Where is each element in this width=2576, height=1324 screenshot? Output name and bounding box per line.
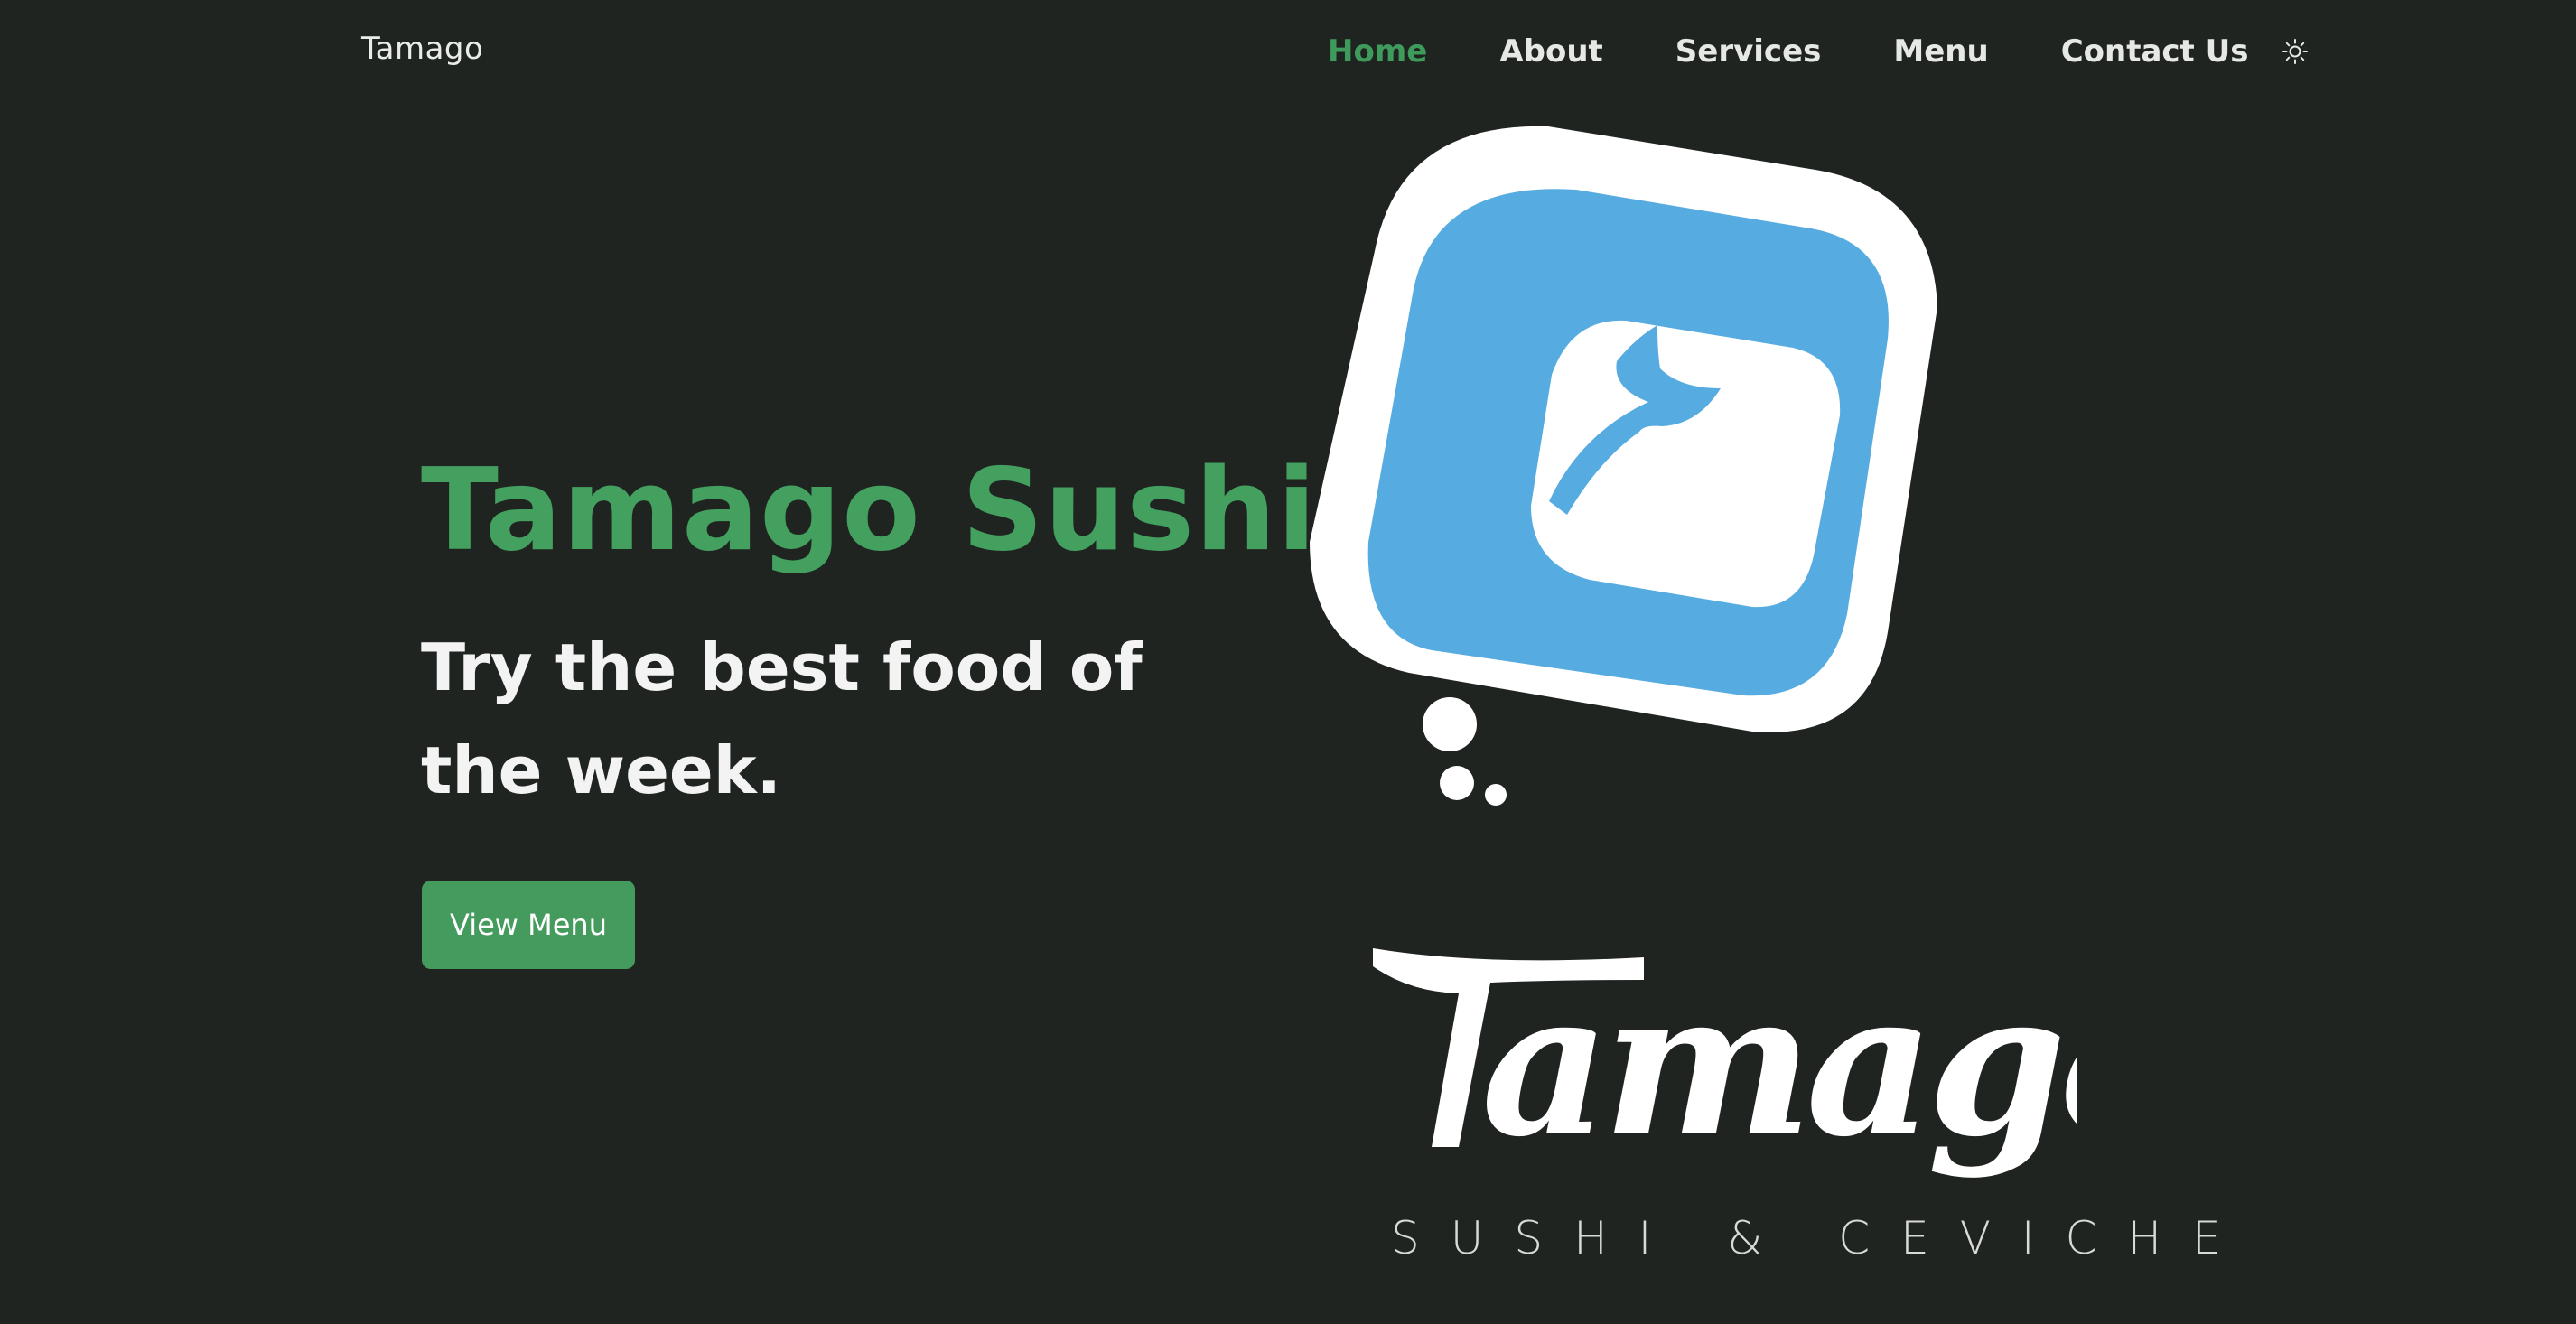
theme-toggle-button[interactable]: [2282, 38, 2309, 65]
landing-page: Tamago Home About Services Menu Contact …: [0, 0, 2576, 1324]
hero-subtitle: Try the best food of the week.: [421, 629, 1143, 808]
hero-title: Tamago Sushi: [421, 443, 1318, 576]
main-nav: Home About Services Menu Contact Us: [1328, 31, 2309, 72]
brand-link[interactable]: Tamago: [361, 31, 483, 67]
nav-menu[interactable]: Menu: [1893, 33, 1988, 70]
logo-tagline: SUSHI & CEVICHE: [1391, 1212, 2252, 1264]
view-menu-button[interactable]: View Menu: [422, 881, 635, 969]
sun-icon: [2282, 39, 2308, 64]
nav-contact-us[interactable]: Contact Us: [2061, 33, 2249, 70]
svg-text:amago: amago: [1481, 946, 2077, 1180]
nav-home[interactable]: Home: [1328, 33, 1427, 70]
logo-badge: [1310, 126, 1937, 806]
nav-about[interactable]: About: [1499, 33, 1602, 70]
nav-services[interactable]: Services: [1675, 33, 1822, 70]
tamago-wordmark: amago: [1373, 946, 2077, 1180]
